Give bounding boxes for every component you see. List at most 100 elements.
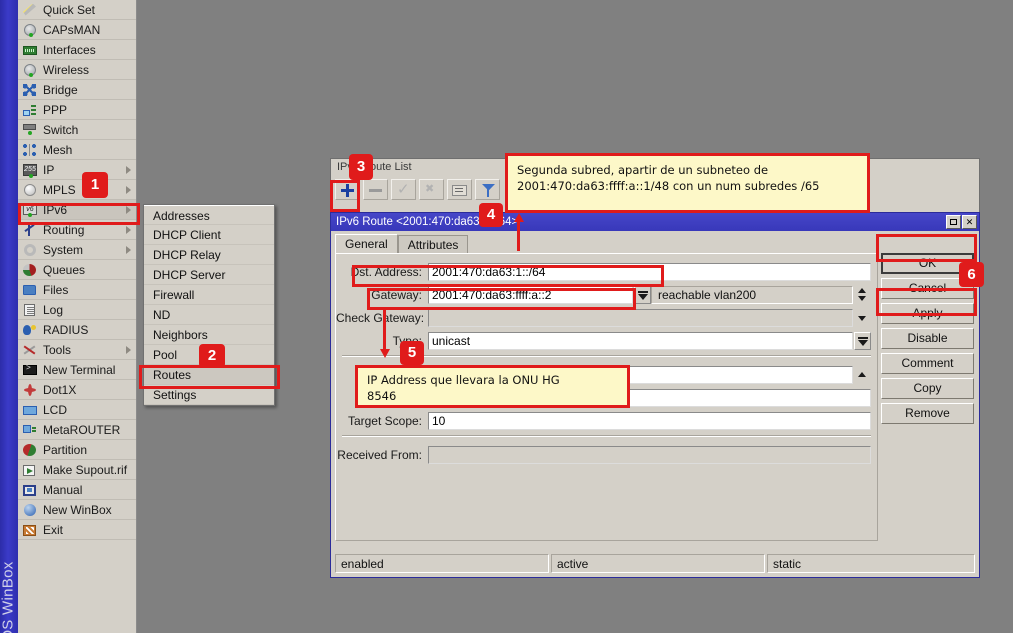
copy-button[interactable]: Copy <box>881 378 974 399</box>
sidebar-item-lcd[interactable]: LCD <box>18 400 136 420</box>
filter-button[interactable] <box>475 179 500 200</box>
sidebar-item-bridge[interactable]: Bridge <box>18 80 136 100</box>
newwinbox-icon <box>22 503 38 517</box>
sidebar-item-queues[interactable]: Queues <box>18 260 136 280</box>
sidebar-item-radius[interactable]: RADIUS <box>18 320 136 340</box>
badge-5: 5 <box>400 341 424 365</box>
sidebar-item-label: Mesh <box>38 143 72 157</box>
sidebar-item-tools[interactable]: Tools <box>18 340 136 360</box>
chevron-right-icon <box>126 186 131 194</box>
sidebar-item-label: Partition <box>38 443 87 457</box>
badge-6: 6 <box>959 262 984 287</box>
sidebar-item-label: Interfaces <box>38 43 96 57</box>
sidebar-item-new-winbox[interactable]: New WinBox <box>18 500 136 520</box>
dst-address-input[interactable]: 2001:470:da63:1::/64 <box>428 263 871 281</box>
exit-icon <box>22 523 38 537</box>
restore-icon[interactable] <box>946 215 961 229</box>
sidebar-item-label: Make Supout.rif <box>38 463 127 477</box>
submenu-item-dhcp-server[interactable]: DHCP Server <box>144 265 274 285</box>
ipv6-submenu: Addresses DHCP Client DHCP Relay DHCP Se… <box>143 204 275 406</box>
add-route-button[interactable] <box>335 179 360 200</box>
sidebar-item-label: IPv6 <box>38 203 67 217</box>
comment-button[interactable]: Comment <box>881 353 974 374</box>
gateway-dropdown-icon[interactable] <box>634 286 651 304</box>
apply-button[interactable]: Apply <box>881 303 974 324</box>
sidebar-item-label: Tools <box>38 343 71 357</box>
sidebar-item-system[interactable]: System <box>18 240 136 260</box>
status-enabled: enabled <box>335 554 549 573</box>
check-gateway-input[interactable] <box>428 309 853 327</box>
sidebar-item-switch[interactable]: Switch <box>18 120 136 140</box>
sidebar-item-make-supout[interactable]: Make Supout.rif <box>18 460 136 480</box>
sidebar-item-label: New WinBox <box>38 503 112 517</box>
note-subnet: Segunda subred, apartir de un subneteo d… <box>505 153 870 213</box>
sidebar-item-label: Routing <box>38 223 84 237</box>
sidebar-item-partition[interactable]: Partition <box>18 440 136 460</box>
sidebar-item-exit[interactable]: Exit <box>18 520 136 540</box>
form-row-received-from: Received From: <box>336 445 877 464</box>
dot1x-icon <box>22 383 38 397</box>
distance-spinner-icon[interactable] <box>854 366 871 384</box>
sidebar-item-new-terminal[interactable]: New Terminal <box>18 360 136 380</box>
sidebar-item-ipv6[interactable]: v6 IPv6 <box>18 200 136 220</box>
submenu-item-firewall[interactable]: Firewall <box>144 285 274 305</box>
badge-3: 3 <box>349 154 373 180</box>
chevron-right-icon <box>126 206 131 214</box>
close-icon[interactable]: ✕ <box>962 215 977 229</box>
target-scope-input[interactable]: 10 <box>428 412 871 430</box>
submenu-item-settings[interactable]: Settings <box>144 385 274 405</box>
sidebar-item-mesh[interactable]: Mesh <box>18 140 136 160</box>
remove-button[interactable]: Remove <box>881 403 974 424</box>
received-from-label: Received From: <box>336 448 428 462</box>
badge-1: 1 <box>82 172 108 198</box>
tab-attributes[interactable]: Attributes <box>398 235 469 254</box>
files-icon <box>22 283 38 297</box>
bridge-icon <box>22 83 38 97</box>
form-row-check-gateway: Check Gateway: <box>336 308 877 327</box>
sidebar-item-ppp[interactable]: PPP <box>18 100 136 120</box>
sidebar-item-manual[interactable]: Manual <box>18 480 136 500</box>
sidebar-item-mpls[interactable]: MPLS <box>18 180 136 200</box>
remove-route-button[interactable] <box>363 179 388 200</box>
received-from-input <box>428 446 871 464</box>
comment-route-button[interactable] <box>447 179 472 200</box>
sidebar-item-files[interactable]: Files <box>18 280 136 300</box>
type-input[interactable]: unicast <box>428 332 853 350</box>
metarouter-icon <box>22 423 38 437</box>
sidebar-item-metarouter[interactable]: MetaROUTER <box>18 420 136 440</box>
submenu-item-routes[interactable]: Routes <box>144 365 274 385</box>
sidebar-item-capsman[interactable]: CAPsMAN <box>18 20 136 40</box>
sidebar-item-dot1x[interactable]: Dot1X <box>18 380 136 400</box>
capsman-icon <box>22 23 38 37</box>
sidebar-item-routing[interactable]: Routing <box>18 220 136 240</box>
radius-icon <box>22 323 38 337</box>
lcd-icon <box>22 403 38 417</box>
type-dropdown-icon[interactable] <box>854 332 871 350</box>
tab-general[interactable]: General <box>335 234 398 254</box>
note-onu-arrow <box>380 310 390 358</box>
form-row-gateway: Gateway: 2001:470:da63:ffff:a::2 reachab… <box>336 285 877 304</box>
sidebar-item-label: Manual <box>38 483 82 497</box>
gateway-input[interactable]: 2001:470:da63:ffff:a::2 <box>428 286 633 304</box>
sidebar-item-label: MPLS <box>38 183 76 197</box>
sidebar-item-ip[interactable]: 255 IP <box>18 160 136 180</box>
sidebar-item-label: Dot1X <box>38 383 76 397</box>
submenu-item-addresses[interactable]: Addresses <box>144 205 274 225</box>
submenu-item-dhcp-relay[interactable]: DHCP Relay <box>144 245 274 265</box>
submenu-item-nd[interactable]: ND <box>144 305 274 325</box>
enable-route-button[interactable] <box>391 179 416 200</box>
mesh-icon <box>22 143 38 157</box>
submenu-item-neighbors[interactable]: Neighbors <box>144 325 274 345</box>
sidebar-item-interfaces[interactable]: Interfaces <box>18 40 136 60</box>
disable-route-button[interactable] <box>419 179 444 200</box>
queues-icon <box>22 263 38 277</box>
sidebar-item-log[interactable]: Log <box>18 300 136 320</box>
sidebar-item-wireless[interactable]: Wireless <box>18 60 136 80</box>
note-onu: IP Address que llevara la ONU HG 8546 <box>355 365 630 408</box>
sidebar-item-quick-set[interactable]: Quick Set <box>18 0 136 20</box>
check-gateway-dropdown-icon[interactable] <box>854 309 871 327</box>
route-dialog-titlebar[interactable]: IPv6 Route <2001:470:da63:1::/64> ✕ <box>331 213 979 231</box>
submenu-item-dhcp-client[interactable]: DHCP Client <box>144 225 274 245</box>
gateway-spinner-icon[interactable] <box>854 286 871 304</box>
disable-button[interactable]: Disable <box>881 328 974 349</box>
